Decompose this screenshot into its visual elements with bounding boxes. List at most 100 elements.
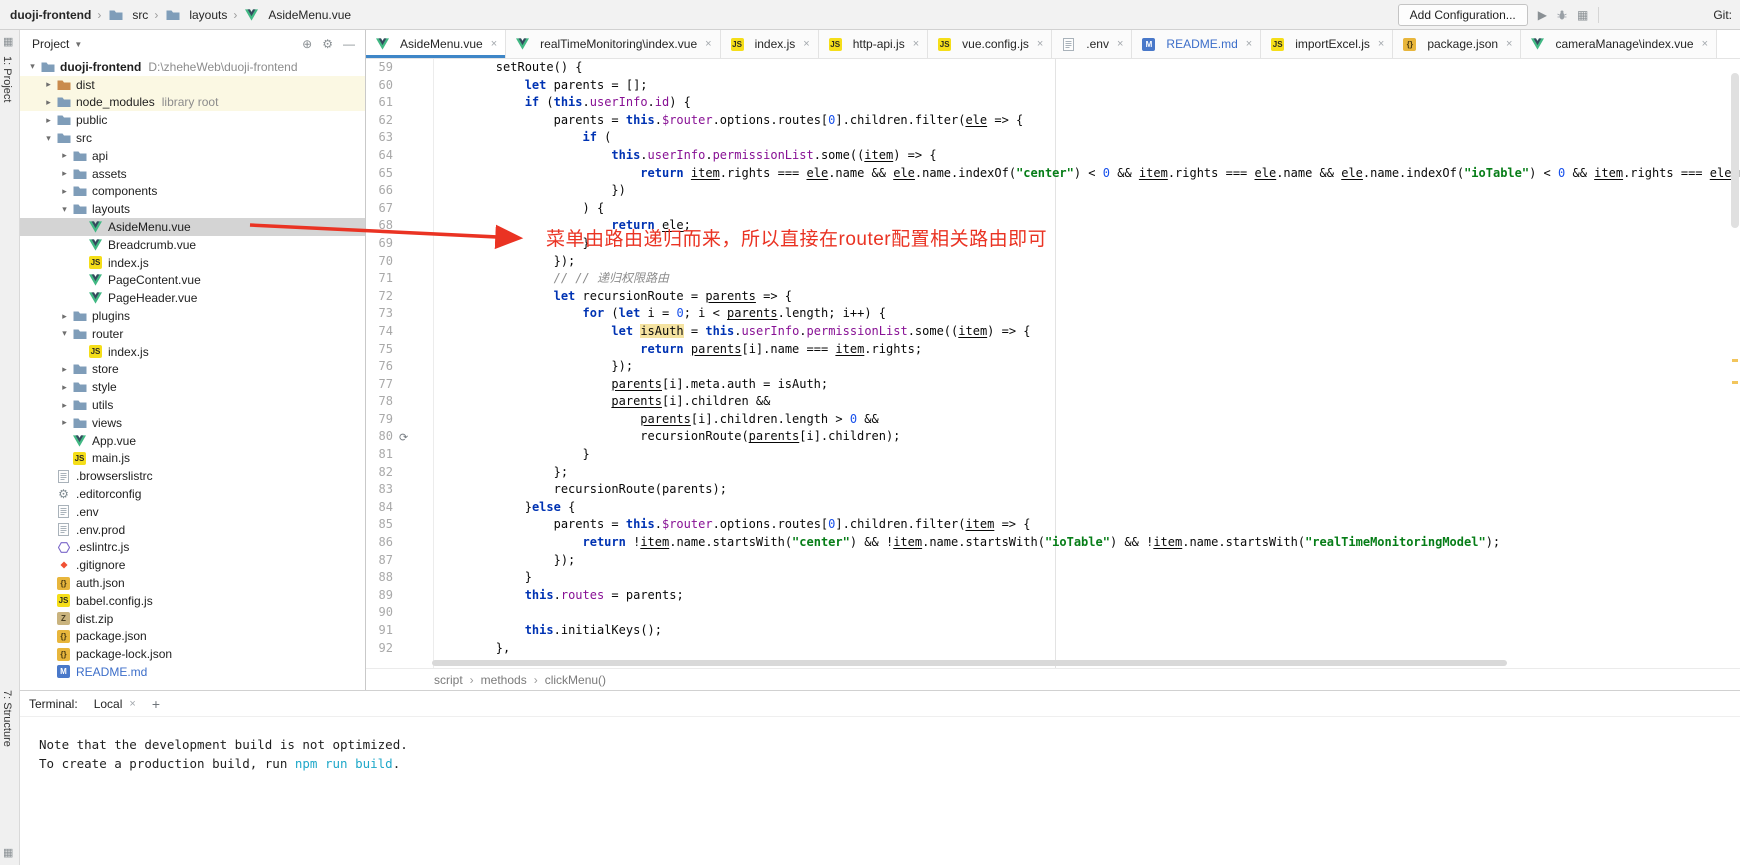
- chevron-down-icon[interactable]: ▾: [42, 133, 55, 144]
- editor-breadcrumb-methods[interactable]: methods: [481, 673, 527, 687]
- gutter-line-69[interactable]: 69: [366, 235, 433, 253]
- tree-item-store[interactable]: ▸store: [20, 361, 365, 379]
- gutter-line-79[interactable]: 79: [366, 411, 433, 429]
- debug-icon[interactable]: [1556, 9, 1568, 21]
- tree-item-package.json[interactable]: {}package.json: [20, 628, 365, 646]
- gutter-line-91[interactable]: 91: [366, 622, 433, 640]
- gutter-line-84[interactable]: 84: [366, 499, 433, 517]
- tree-item-public[interactable]: ▸public: [20, 111, 365, 129]
- gutter-line-64[interactable]: 64: [366, 147, 433, 165]
- editor-tab-http-api.js[interactable]: JShttp-api.js×: [819, 30, 928, 58]
- tree-item-plugins[interactable]: ▸plugins: [20, 307, 365, 325]
- horizontal-scrollbar[interactable]: [432, 660, 1507, 666]
- chevron-right-icon[interactable]: ▸: [42, 79, 55, 90]
- tree-item-.env[interactable]: .env: [20, 503, 365, 521]
- tool-window-button-project[interactable]: 1: Project: [1, 56, 13, 102]
- editor-breadcrumb-clickmenu-[interactable]: clickMenu(): [545, 673, 606, 687]
- tree-item-views[interactable]: ▸views: [20, 414, 365, 432]
- gutter-line-72[interactable]: 72: [366, 288, 433, 306]
- terminal-tab-local[interactable]: Local ×: [94, 697, 136, 711]
- gutter-line-75[interactable]: 75: [366, 341, 433, 359]
- gutter-line-87[interactable]: 87: [366, 552, 433, 570]
- close-icon[interactable]: ×: [705, 38, 711, 50]
- settings-icon[interactable]: ⚙: [322, 37, 333, 51]
- chevron-right-icon[interactable]: ▸: [42, 115, 55, 126]
- chevron-down-icon[interactable]: ▾: [58, 328, 71, 339]
- gutter-line-83[interactable]: 83: [366, 481, 433, 499]
- editor-tab-realtimemonitoring-index.vue[interactable]: realTimeMonitoring\index.vue×: [506, 30, 720, 58]
- gutter-line-61[interactable]: 61: [366, 94, 433, 112]
- tree-item-package-lock.json[interactable]: {}package-lock.json: [20, 645, 365, 663]
- gutter-line-67[interactable]: 67: [366, 200, 433, 218]
- tree-item-.eslintrc.js[interactable]: .eslintrc.js: [20, 539, 365, 557]
- editor-tab-cameramanage-index.vue[interactable]: cameraManage\index.vue×: [1521, 30, 1717, 58]
- tree-item-api[interactable]: ▸api: [20, 147, 365, 165]
- gutter-line-82[interactable]: 82: [366, 464, 433, 482]
- tree-item-pagecontent.vue[interactable]: PageContent.vue: [20, 272, 365, 290]
- gutter-line-65[interactable]: 65: [366, 165, 433, 183]
- title-breadcrumb-duoji-frontend[interactable]: duoji-frontend: [10, 8, 91, 22]
- gutter-line-59[interactable]: 59: [366, 59, 433, 77]
- tree-item-index.js[interactable]: JSindex.js: [20, 343, 365, 361]
- tree-item-.gitignore[interactable]: .gitignore: [20, 556, 365, 574]
- chevron-right-icon[interactable]: ▸: [58, 417, 71, 428]
- git-label[interactable]: Git:: [1713, 8, 1732, 22]
- close-icon[interactable]: ×: [1506, 38, 1512, 50]
- close-icon[interactable]: ×: [1702, 38, 1708, 50]
- gutter-line-71[interactable]: 71: [366, 270, 433, 288]
- editor-tab-vue.config.js[interactable]: JSvue.config.js×: [928, 30, 1052, 58]
- gutter-line-74[interactable]: 74: [366, 323, 433, 341]
- gutter-line-63[interactable]: 63: [366, 129, 433, 147]
- tree-item-components[interactable]: ▸components: [20, 183, 365, 201]
- chevron-right-icon[interactable]: ▸: [58, 150, 71, 161]
- tree-item-.editorconfig[interactable]: ⚙.editorconfig: [20, 485, 365, 503]
- tree-item-app.vue[interactable]: App.vue: [20, 432, 365, 450]
- chevron-right-icon[interactable]: ▸: [42, 97, 55, 108]
- tree-item-style[interactable]: ▸style: [20, 378, 365, 396]
- gutter-line-68[interactable]: 68: [366, 217, 433, 235]
- tree-item-breadcrumb.vue[interactable]: Breadcrumb.vue: [20, 236, 365, 254]
- tree-item-utils[interactable]: ▸utils: [20, 396, 365, 414]
- editor-tab-index.js[interactable]: JSindex.js×: [721, 30, 819, 58]
- gutter-line-70[interactable]: 70: [366, 253, 433, 271]
- editor-gutter[interactable]: 5960616263646566676869707172737475767778…: [366, 59, 434, 668]
- gutter-line-92[interactable]: 92: [366, 640, 433, 658]
- gutter-line-85[interactable]: 85: [366, 516, 433, 534]
- close-icon[interactable]: ×: [1037, 38, 1043, 50]
- tree-item-dist[interactable]: ▸dist: [20, 76, 365, 94]
- gutter-line-78[interactable]: 78: [366, 393, 433, 411]
- tree-item-asidemenu.vue[interactable]: AsideMenu.vue: [20, 218, 365, 236]
- hide-icon[interactable]: —: [343, 37, 355, 51]
- tree-item-assets[interactable]: ▸assets: [20, 165, 365, 183]
- title-breadcrumb-src[interactable]: src: [107, 8, 148, 22]
- chevron-right-icon[interactable]: ▸: [58, 186, 71, 197]
- close-icon[interactable]: ×: [913, 38, 919, 50]
- tree-item-node-modules[interactable]: ▸node_moduleslibrary root: [20, 94, 365, 112]
- editor-tab-.env[interactable]: .env×: [1052, 30, 1132, 58]
- gutter-line-88[interactable]: 88: [366, 569, 433, 587]
- close-icon[interactable]: ×: [1117, 38, 1123, 50]
- chevron-right-icon[interactable]: ▸: [58, 168, 71, 179]
- tree-item-readme.md[interactable]: MREADME.md: [20, 663, 365, 681]
- gutter-line-77[interactable]: 77: [366, 376, 433, 394]
- vertical-scrollbar[interactable]: [1731, 73, 1739, 228]
- chevron-down-icon[interactable]: ▾: [26, 61, 39, 72]
- run-icon[interactable]: ▶: [1538, 8, 1547, 22]
- chevron-right-icon[interactable]: ▸: [58, 364, 71, 375]
- tool-windows-icon[interactable]: ▦: [3, 35, 13, 48]
- gutter-line-60[interactable]: 60: [366, 77, 433, 95]
- close-icon[interactable]: ×: [803, 38, 809, 50]
- close-icon[interactable]: ×: [129, 698, 135, 710]
- grid-icon[interactable]: ▦: [1577, 8, 1588, 22]
- tree-item-duoji-frontend[interactable]: ▾duoji-frontendD:\zheheWeb\duoji-fronten…: [20, 58, 365, 76]
- tree-item-.env.prod[interactable]: .env.prod: [20, 521, 365, 539]
- gutter-line-86[interactable]: 86: [366, 534, 433, 552]
- tree-item-router[interactable]: ▾router: [20, 325, 365, 343]
- chevron-right-icon[interactable]: ▸: [58, 400, 71, 411]
- close-icon[interactable]: ×: [491, 38, 497, 50]
- tree-item-layouts[interactable]: ▾layouts: [20, 200, 365, 218]
- tree-item-src[interactable]: ▾src: [20, 129, 365, 147]
- tree-item-main.js[interactable]: JSmain.js: [20, 450, 365, 468]
- code-area[interactable]: setRoute() { let parents = []; if (this.…: [434, 59, 1740, 668]
- gutter-line-62[interactable]: 62: [366, 112, 433, 130]
